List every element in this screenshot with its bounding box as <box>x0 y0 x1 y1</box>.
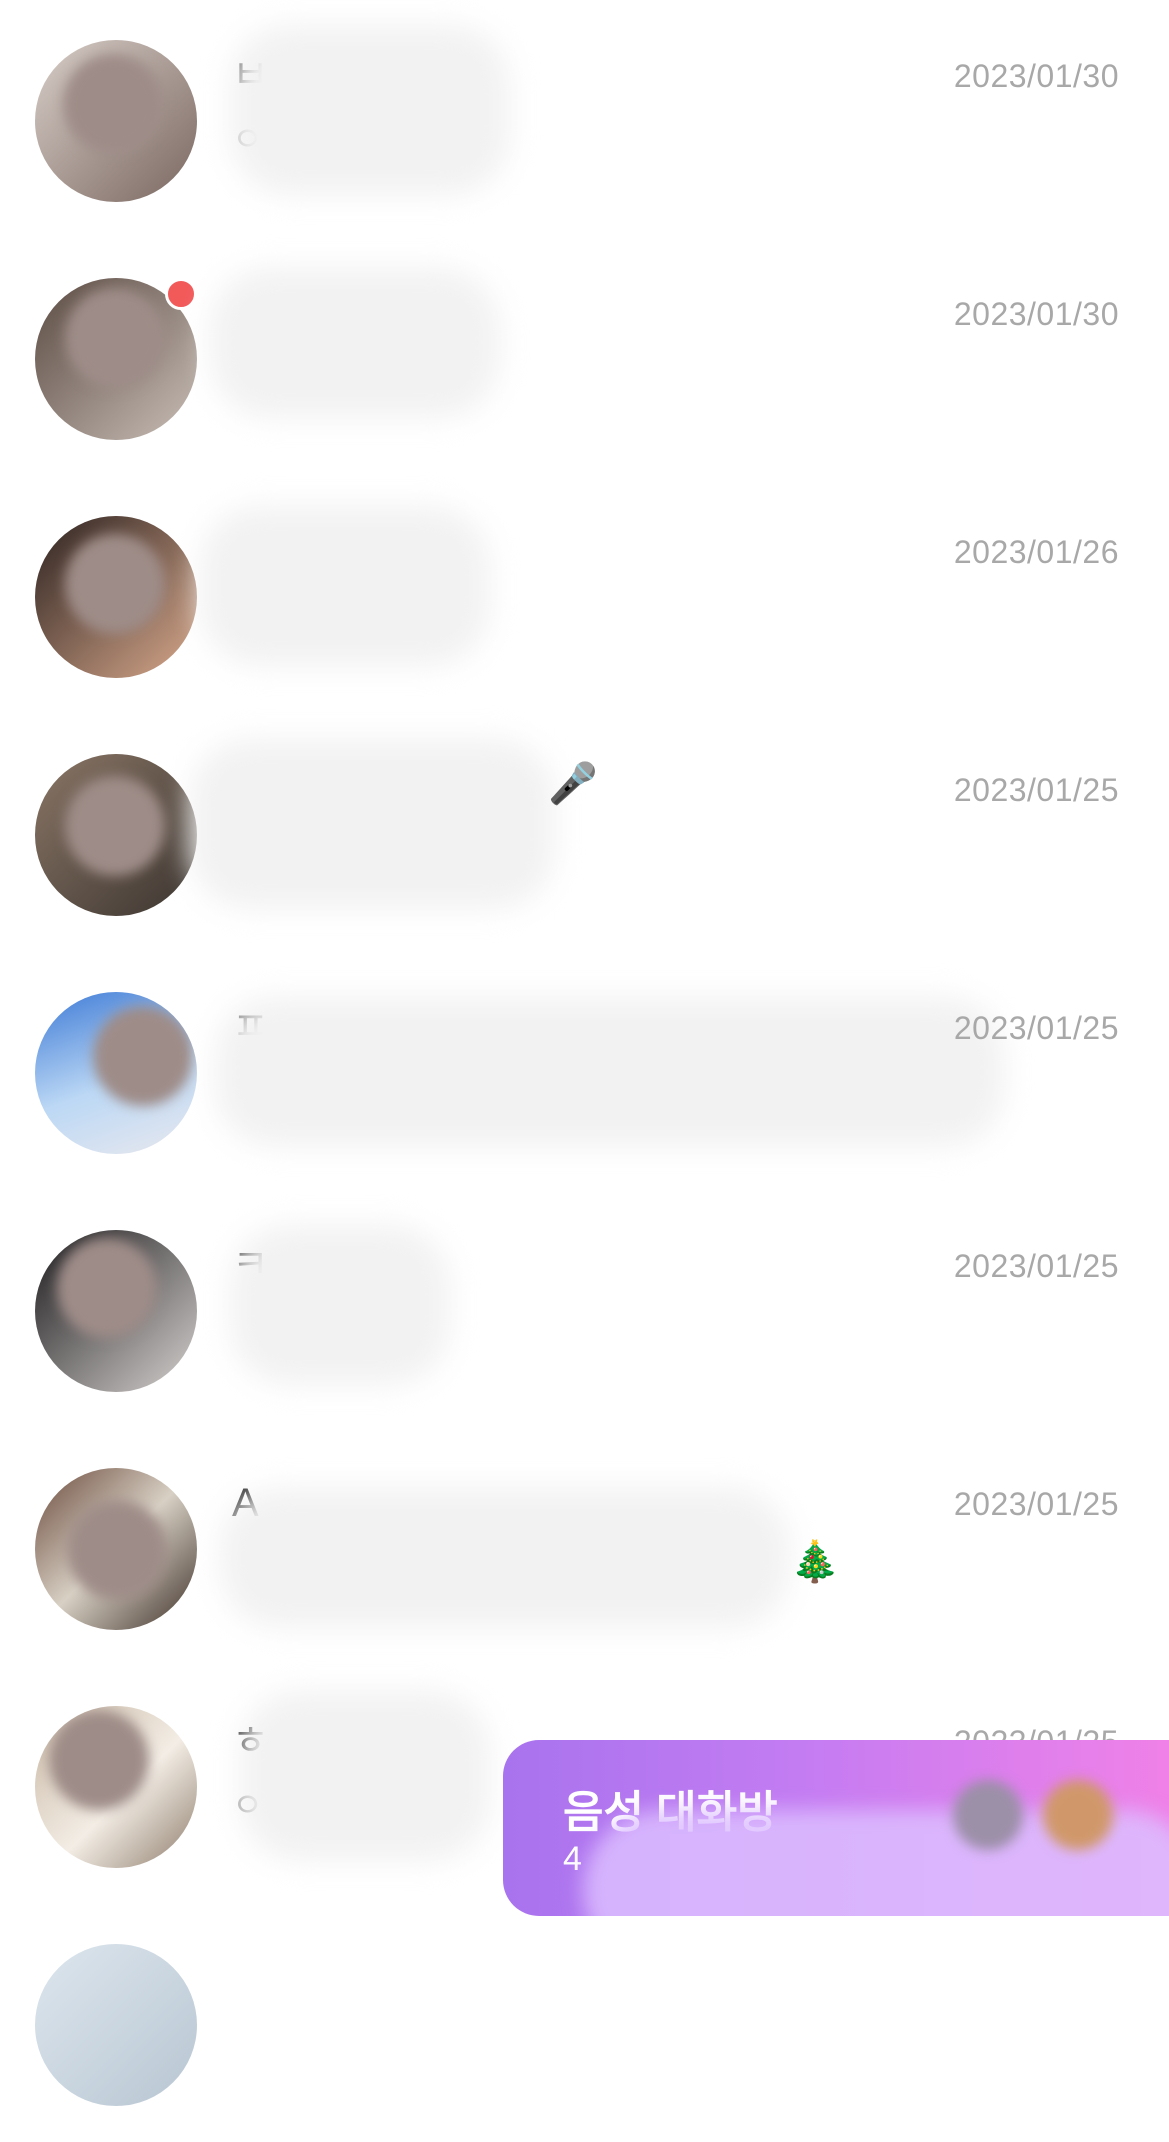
avatar[interactable] <box>35 1706 197 1868</box>
conversation-row[interactable]: A 🎄 2023/01/25 <box>0 1428 1169 1666</box>
conversation-row[interactable]: 2023/01/26 <box>0 476 1169 714</box>
redaction-blur <box>230 1225 450 1385</box>
conversation-row[interactable]: ㅂ ㅇ 2023/01/30 <box>0 0 1169 238</box>
redaction-blur <box>210 268 500 418</box>
avatar[interactable] <box>35 1468 197 1630</box>
avatar[interactable] <box>35 516 197 678</box>
conversation-row[interactable]: 2023/01/30 <box>0 238 1169 476</box>
banner-subtitle: 4 <box>563 1840 582 1878</box>
message-date: 2023/01/25 <box>953 1010 1119 1046</box>
message-date: 2023/01/26 <box>953 534 1119 570</box>
avatar[interactable] <box>35 754 197 916</box>
message-date: 2023/01/25 <box>953 1248 1119 1284</box>
avatar <box>1043 1780 1113 1850</box>
avatar[interactable] <box>35 1230 197 1392</box>
microphone-icon: 🎤 <box>548 762 598 806</box>
redaction-blur <box>240 1691 490 1861</box>
voice-room-banner[interactable]: 음성 대화방 4 <box>503 1740 1169 1916</box>
redaction-blur <box>220 1488 790 1628</box>
conversation-row[interactable]: ㅍ 2023/01/25 <box>0 952 1169 1190</box>
avatar[interactable] <box>35 1944 197 2106</box>
avatar[interactable] <box>35 40 197 202</box>
conversation-row[interactable]: ㅋ 2023/01/25 <box>0 1190 1169 1428</box>
conversation-row[interactable]: 🎤 2023/01/25 <box>0 714 1169 952</box>
avatar[interactable] <box>35 992 197 1154</box>
christmas-tree-icon: 🎄 <box>790 1540 840 1584</box>
redaction-blur <box>230 25 510 195</box>
message-date: 2023/01/30 <box>953 296 1119 332</box>
redaction-blur <box>190 739 555 909</box>
conversation-row[interactable] <box>0 1904 1169 2142</box>
message-date: 2023/01/30 <box>953 58 1119 94</box>
redaction-blur <box>200 506 490 666</box>
message-date: 2023/01/25 <box>953 1486 1119 1522</box>
message-date: 2023/01/25 <box>953 772 1119 808</box>
avatar <box>953 1780 1023 1850</box>
unread-badge <box>165 278 197 310</box>
redaction-blur <box>215 997 1005 1147</box>
